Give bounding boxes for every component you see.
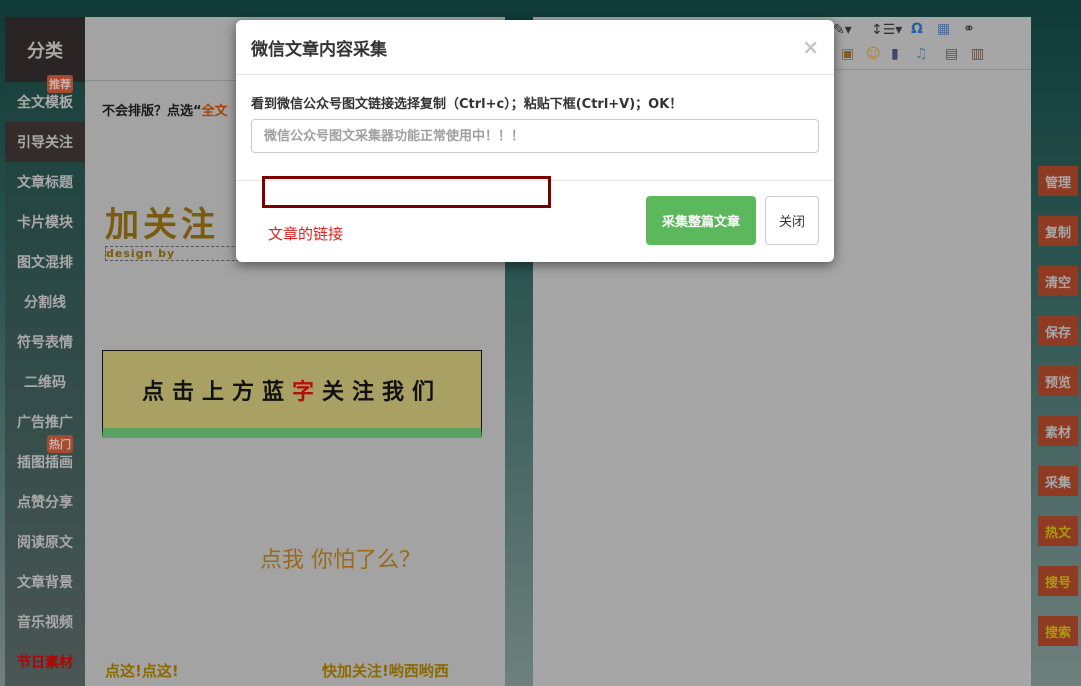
- side-action-button[interactable]: 素材: [1038, 416, 1078, 446]
- map-icon[interactable]: ▤: [945, 46, 958, 62]
- side-action-button[interactable]: 采集: [1038, 466, 1078, 496]
- sidebar-item-label: 音乐视频: [17, 615, 73, 631]
- sidebar-item[interactable]: 引导关注: [5, 122, 85, 162]
- sidebar-item-label: 卡片模块: [17, 215, 73, 231]
- sidebar-item[interactable]: 阅读原文: [5, 522, 85, 562]
- sidebar-item[interactable]: 符号表情: [5, 322, 85, 362]
- side-action-button[interactable]: 预览: [1038, 366, 1078, 396]
- sidebar-item-label: 文章背景: [17, 575, 73, 591]
- line-height-icon[interactable]: ↕☰▾: [871, 22, 902, 38]
- video-icon[interactable]: ▮: [891, 46, 899, 62]
- sidebar-item[interactable]: 全文模板 推荐: [5, 75, 85, 122]
- sidebar-item[interactable]: 点赞分享: [5, 482, 85, 522]
- collect-article-button[interactable]: 采集整篇文章: [646, 196, 756, 245]
- sidebar-item[interactable]: 二维码: [5, 362, 85, 402]
- sidebar-item[interactable]: 广告推广: [5, 402, 85, 442]
- instruction-label: 看到微信公众号图文链接选择复制（Ctrl+c）；粘贴下框(Ctrl+V)；OK！: [251, 97, 683, 112]
- sidebar-badge: 热门: [47, 435, 73, 453]
- sidebar-item[interactable]: 文章背景: [5, 562, 85, 602]
- category-sidebar: 分类 全文模板 推荐引导关注文章标题卡片模块图文混排分割线符号表情二维码广告推广插…: [5, 17, 85, 686]
- sidebar-item-label: 符号表情: [17, 335, 73, 351]
- side-action-button[interactable]: 保存: [1038, 316, 1078, 346]
- sidebar-badge: 推荐: [47, 75, 73, 93]
- tip-link[interactable]: 全文: [202, 104, 228, 119]
- format-icon[interactable]: ✎▾: [833, 22, 852, 38]
- sidebar-item-label: 图文混排: [17, 255, 73, 271]
- binoculars-icon[interactable]: ⚭: [963, 21, 975, 37]
- side-action-button[interactable]: 热文: [1038, 516, 1078, 546]
- close-button[interactable]: 关闭: [765, 196, 819, 245]
- sidebar-header: 分类: [5, 17, 85, 82]
- side-action-button[interactable]: 搜索: [1038, 616, 1078, 646]
- modal-title: 微信文章内容采集: [251, 39, 387, 60]
- tip-text: 不会排版？点选“全文: [102, 104, 228, 119]
- sidebar-item-label: 点赞分享: [17, 495, 73, 511]
- image-icon[interactable]: ▣: [841, 46, 854, 62]
- sidebar-item[interactable]: 文章标题: [5, 162, 85, 202]
- sidebar-item-label: 阅读原文: [17, 535, 73, 551]
- sidebar-item[interactable]: 音乐视频: [5, 602, 85, 642]
- sidebar-item-label: 分割线: [24, 295, 66, 311]
- sidebar-item-label: 全文模板: [17, 95, 73, 111]
- annotation-text: 文章的链接: [268, 225, 344, 243]
- close-icon[interactable]: ×: [802, 35, 819, 59]
- sidebar-item[interactable]: 插图插画 热门: [5, 435, 85, 482]
- sidebar-item-label: 文章标题: [17, 175, 73, 191]
- sidebar-item-label: 节日素材: [17, 655, 73, 671]
- sidebar-item-label: 广告推广: [17, 415, 73, 431]
- article-url-input[interactable]: [251, 119, 819, 153]
- sidebar-item[interactable]: 分割线: [5, 282, 85, 322]
- collect-article-modal: 微信文章内容采集 × 看到微信公众号图文链接选择复制（Ctrl+c）；粘贴下框(…: [236, 20, 834, 262]
- sidebar-item[interactable]: 卡片模块: [5, 202, 85, 242]
- sidebar-item[interactable]: 图文混排: [5, 242, 85, 282]
- music-icon[interactable]: ♫: [915, 46, 928, 62]
- template-image-banner[interactable]: 点击上方蓝字关注我们: [102, 350, 482, 438]
- side-action-button[interactable]: 搜号: [1038, 566, 1078, 596]
- sidebar-item-label: 引导关注: [17, 135, 73, 151]
- template-image-click-me[interactable]: 点我 你怕了么？: [260, 542, 421, 574]
- annotation-box: [262, 176, 551, 208]
- sidebar-item-label: 插图插画: [17, 455, 73, 471]
- table-icon[interactable]: ▦: [937, 21, 950, 37]
- template-image-follow-quick[interactable]: 快加关注!哟西哟西: [322, 660, 449, 681]
- sidebar-item-label: 二维码: [24, 375, 66, 391]
- side-action-button[interactable]: 复制: [1038, 216, 1078, 246]
- emoji-icon[interactable]: ☺: [866, 46, 881, 62]
- paste-icon[interactable]: ▥: [971, 46, 984, 62]
- template-image-click-here[interactable]: 点这!点这!: [105, 660, 179, 681]
- side-action-button[interactable]: 清空: [1038, 266, 1078, 296]
- omega-icon[interactable]: Ω: [911, 21, 923, 37]
- sidebar-item[interactable]: 节日素材: [5, 642, 85, 682]
- side-action-button[interactable]: 管理: [1038, 166, 1078, 196]
